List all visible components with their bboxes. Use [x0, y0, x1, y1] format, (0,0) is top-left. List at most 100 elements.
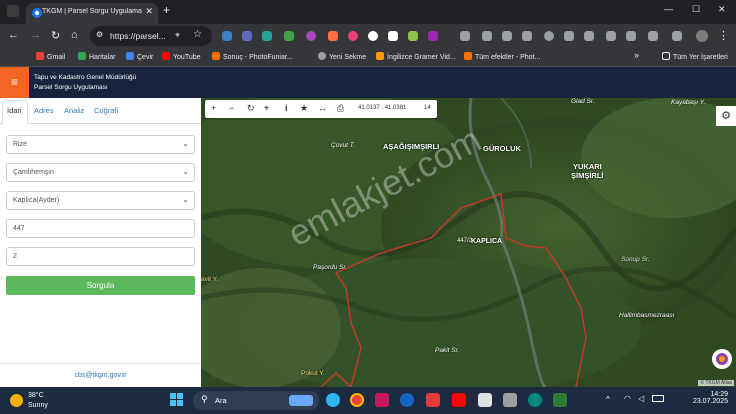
extension-icon[interactable]: [284, 31, 294, 41]
app-icon[interactable]: [375, 393, 389, 407]
block-input[interactable]: 447: [6, 219, 195, 238]
app-icon[interactable]: [400, 393, 414, 407]
tray-overflow-icon[interactable]: ^: [606, 395, 610, 404]
map-view[interactable]: + − ↻ ⌖ i ★ ↔ ⎙ 41.0137 : 41.0381 14 ⚙ G…: [201, 98, 736, 387]
minimize-button[interactable]: —: [664, 4, 673, 14]
hamburger-menu-button[interactable]: ≡: [0, 67, 29, 98]
bookmark-effects[interactable]: Tüm efektler - Phot...: [464, 52, 540, 61]
taskbar-search[interactable]: ⚲ Ara: [193, 391, 319, 410]
windows-start-button[interactable]: [170, 393, 184, 407]
weather-condition: Sunny: [28, 402, 48, 409]
extension-icon[interactable]: [306, 31, 316, 41]
window-close-button[interactable]: ✕: [718, 4, 726, 15]
gmail-icon: [36, 52, 44, 60]
info-icon[interactable]: i: [285, 103, 288, 113]
youtube-icon: [162, 52, 170, 60]
more-bookmarks-button[interactable]: »: [634, 50, 639, 60]
home-icon[interactable]: ⌂: [71, 29, 78, 41]
search-icon: ⚲: [201, 394, 208, 404]
reload-button[interactable]: ↻: [51, 29, 60, 42]
app-icon[interactable]: [478, 393, 492, 407]
location-icon[interactable]: ⌖: [175, 30, 180, 41]
app-icon[interactable]: [553, 393, 567, 407]
extension-icon[interactable]: [368, 31, 378, 41]
forward-button[interactable]: →: [30, 29, 41, 41]
parcel-value: 2: [13, 253, 17, 260]
wifi-icon[interactable]: ◠: [624, 394, 631, 403]
maximize-button[interactable]: ☐: [692, 4, 700, 15]
map-label: ŞİMŞİRLİ: [571, 171, 604, 180]
chrome-menu-icon[interactable]: ⋮: [718, 29, 729, 42]
edge-icon[interactable]: [326, 393, 340, 407]
panel-tabs: İdari Adres Analiz Coğrafi: [0, 98, 201, 125]
zoom-in-button[interactable]: +: [211, 103, 216, 113]
bookmark-star-icon[interactable]: ☆: [193, 29, 202, 40]
measure-icon[interactable]: ↔: [318, 103, 327, 113]
app-icon[interactable]: [426, 393, 440, 407]
extension-icon[interactable]: [242, 31, 252, 41]
tab-search-icon[interactable]: [7, 5, 19, 17]
key-icon[interactable]: [460, 31, 470, 41]
back-button[interactable]: ←: [8, 29, 19, 41]
refresh-icon[interactable]: ↻: [247, 103, 255, 114]
extension-icon[interactable]: [262, 31, 272, 41]
app-icon[interactable]: [528, 393, 542, 407]
bookmark-translate[interactable]: Çevir: [126, 52, 153, 61]
print-icon[interactable]: [584, 31, 594, 41]
new-tab-button[interactable]: +: [163, 3, 170, 17]
tab-close-icon[interactable]: ✕: [145, 6, 153, 17]
volume-icon[interactable]: ◁: [638, 394, 644, 403]
bookmark-maps[interactable]: Haritalar: [78, 52, 115, 61]
parcel-input[interactable]: 2: [6, 247, 195, 266]
photofunia-icon: [464, 52, 472, 60]
map-label: GÜROLUK: [483, 144, 521, 153]
system-clock[interactable]: 14:29 23.07.2025: [693, 391, 728, 405]
chrome-icon[interactable]: [350, 393, 364, 407]
bookmark-label: YouTube: [173, 54, 201, 61]
bookmark-new-tab[interactable]: Yeni Sekme: [318, 52, 366, 61]
tab-analiz[interactable]: Analiz: [64, 106, 84, 115]
extension-icon[interactable]: [348, 31, 358, 41]
browser-tab[interactable]: TKGM | Parsel Sorgu Uygulaması ✕: [26, 3, 158, 24]
map-attribution: © TKGM Atlas: [698, 380, 734, 386]
parcel-number-label: 447/2: [457, 238, 473, 244]
profile-avatar[interactable]: [696, 30, 708, 42]
tab-adres[interactable]: Adres: [34, 106, 54, 115]
query-button[interactable]: Sorgula: [6, 276, 195, 295]
locate-icon[interactable]: ⌖: [264, 103, 269, 114]
bookmark-gmail[interactable]: Gmail: [36, 52, 65, 61]
bookmark-youtube[interactable]: YouTube: [162, 52, 201, 61]
province-select[interactable]: Rize ⌄: [6, 135, 195, 154]
district-select[interactable]: Çamlıhemşin ⌄: [6, 163, 195, 182]
extension-icon[interactable]: [222, 31, 232, 41]
extension-icon[interactable]: [428, 31, 438, 41]
print-icon[interactable]: ⎙: [337, 103, 344, 114]
extension-icon[interactable]: [502, 31, 512, 41]
code-icon[interactable]: [648, 31, 658, 41]
assistant-bubble-icon[interactable]: [712, 349, 732, 369]
youtube-icon[interactable]: [452, 393, 466, 407]
extension-icon[interactable]: [522, 31, 532, 41]
app-icon[interactable]: [503, 393, 517, 407]
site-info-icon[interactable]: ⚙: [96, 30, 103, 39]
extensions-puzzle-icon[interactable]: [672, 31, 682, 41]
translate-icon[interactable]: [626, 31, 636, 41]
extension-icon[interactable]: [606, 31, 616, 41]
delete-icon[interactable]: [564, 31, 574, 41]
all-bookmarks-button[interactable]: Tüm Yer İşaretleri: [662, 52, 728, 61]
contact-email-link[interactable]: cbs@tkgm.gov.tr: [0, 363, 201, 387]
pin-icon[interactable]: [482, 31, 492, 41]
extension-icon[interactable]: [408, 31, 418, 41]
extension-icon[interactable]: [328, 31, 338, 41]
bookmark-icon[interactable]: ★: [300, 103, 308, 114]
tab-cografi[interactable]: Coğrafi: [94, 106, 118, 115]
zoom-out-button[interactable]: −: [229, 103, 234, 113]
neighborhood-select[interactable]: Kaplıca(Ayder) ⌄: [6, 191, 195, 210]
history-icon[interactable]: [544, 31, 554, 41]
map-settings-icon[interactable]: ⚙: [716, 106, 736, 126]
tab-idari[interactable]: İdari: [7, 106, 22, 115]
bookmark-photofunia[interactable]: Sonuç - PhotoFuniar...: [212, 52, 293, 61]
bookmark-grammar[interactable]: İngilizce Gramer Vid...: [376, 52, 456, 61]
battery-icon[interactable]: [652, 395, 664, 402]
extension-icon[interactable]: [388, 31, 398, 41]
